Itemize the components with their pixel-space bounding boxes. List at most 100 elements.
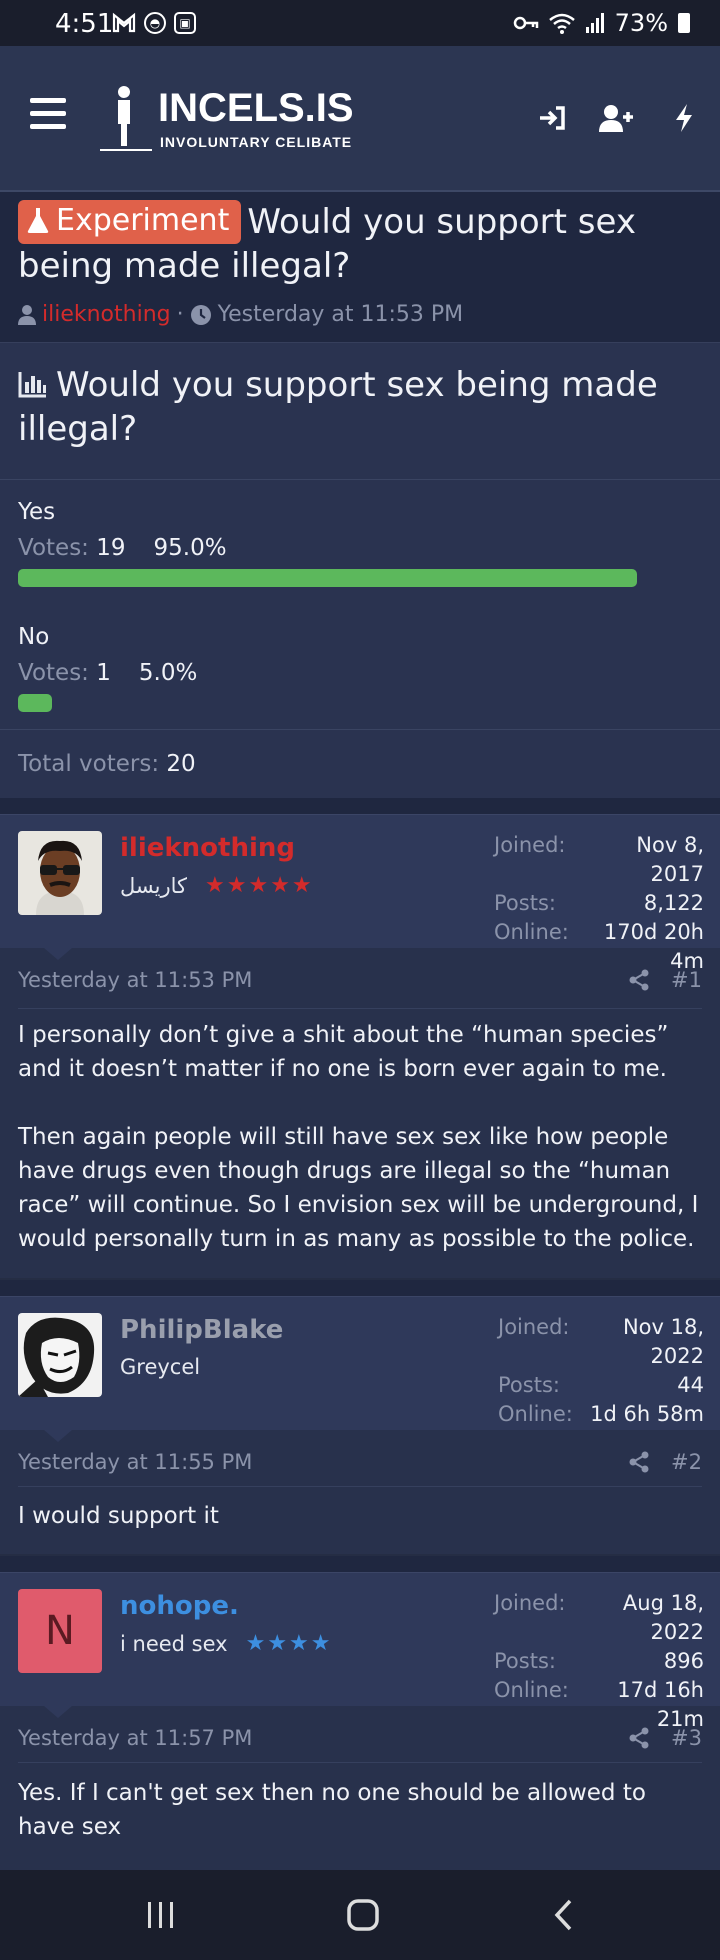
site-header: INCELS.IS INVOLUNTARY CELIBATE xyxy=(0,46,720,192)
stat-online: 1d 6h 58m xyxy=(590,1402,704,1426)
post-number[interactable]: #2 xyxy=(671,1450,702,1474)
thread-prefix[interactable]: Experiment xyxy=(18,200,242,244)
post-number[interactable]: #3 xyxy=(671,1726,702,1750)
post-paragraph: Yes. If I can't get sex then no one shou… xyxy=(18,1780,646,1840)
user-block-pointer xyxy=(44,1430,72,1442)
post-body: I personally don’t give a shit about the… xyxy=(18,1018,702,1256)
post-gap xyxy=(0,1556,720,1572)
app-notification-icon: ◓ xyxy=(144,12,166,34)
poll-bar-fill xyxy=(18,569,638,587)
thread-title: Experiment Would you support sex being ma… xyxy=(18,200,636,286)
poll-total: Total voters: 20 xyxy=(18,751,196,777)
wifi-icon xyxy=(548,13,575,34)
meta-separator: · xyxy=(176,302,184,327)
user-icon xyxy=(18,304,36,325)
menu-icon[interactable] xyxy=(30,98,66,130)
post-paragraph: Then again people will still have sex se… xyxy=(18,1124,699,1252)
poll-divider xyxy=(0,729,720,730)
user-stats: Joined: Aug 18, 2022 Posts: 896 Online: 17d… xyxy=(494,1589,704,1734)
poll-block: Would you support sex being made illegal… xyxy=(0,342,720,798)
back-icon[interactable] xyxy=(552,1898,574,1932)
stat-posts: 44 xyxy=(677,1373,704,1397)
user-title: Greycel xyxy=(120,1355,200,1379)
app-notification-icon-2: ▣ xyxy=(174,12,196,34)
status-time: 4:51 xyxy=(55,9,114,39)
register-icon[interactable] xyxy=(598,102,634,134)
avatar[interactable]: N xyxy=(18,1589,102,1673)
post-number[interactable]: #1 xyxy=(671,968,702,992)
whats-new-icon[interactable] xyxy=(668,102,700,134)
thread-date[interactable]: Yesterday at 11:53 PM xyxy=(218,302,464,327)
flask-icon xyxy=(27,208,49,233)
poll-divider xyxy=(0,479,720,480)
post: ilieknothing كاريسل ★★★★★ Joined: Nov 8, … xyxy=(0,814,720,1278)
user-block-pointer xyxy=(44,948,72,960)
bar-chart-icon xyxy=(18,372,46,398)
site-name: INCELS.IS xyxy=(158,86,354,130)
post-date[interactable]: Yesterday at 11:55 PM xyxy=(18,1450,252,1474)
battery-icon xyxy=(678,13,690,33)
stat-joined: Aug 18, 2022 xyxy=(622,1591,704,1644)
post-user-block: PhilipBlake Greycel Joined: Nov 18, 2022 … xyxy=(0,1296,720,1430)
share-icon[interactable] xyxy=(629,969,649,991)
post-date[interactable]: Yesterday at 11:57 PM xyxy=(18,1726,252,1750)
stat-posts: 8,122 xyxy=(643,891,704,915)
post-divider xyxy=(18,1762,702,1763)
poll-option-votes: Votes: 1 5.0% xyxy=(18,660,198,686)
username[interactable]: ilieknothing xyxy=(120,833,295,863)
notification-icons: ◓ ▣ xyxy=(112,12,196,34)
thread-header: Experiment Would you support sex being ma… xyxy=(0,192,720,342)
user-title: كاريسل ★★★★★ xyxy=(120,873,314,898)
status-bar: 4:51 ◓ ▣ 73% xyxy=(0,0,720,46)
post-body: I would support it xyxy=(18,1499,702,1533)
share-icon[interactable] xyxy=(629,1451,649,1473)
login-icon[interactable] xyxy=(536,102,568,134)
poll-option-label: Yes xyxy=(18,499,56,525)
rank-stars: ★★★★ xyxy=(245,1631,333,1656)
gmail-icon xyxy=(112,12,136,33)
user-title-text: i need sex xyxy=(120,1631,228,1656)
user-title-text: Greycel xyxy=(120,1355,201,1379)
post-body: Yes. If I can't get sex then no one shou… xyxy=(18,1776,702,1844)
post-divider xyxy=(18,1008,702,1009)
post-gap xyxy=(0,798,720,814)
post-user-block: ilieknothing كاريسل ★★★★★ Joined: Nov 8, … xyxy=(0,814,720,973)
avatar[interactable] xyxy=(18,831,102,915)
poll-bar-fill xyxy=(18,694,52,712)
thread-author[interactable]: ilieknothing xyxy=(42,302,171,327)
post-divider xyxy=(18,1486,702,1487)
post: N nohope. i need sex ★★★★ Joined: Aug 18,… xyxy=(0,1572,720,1870)
logo-figure-icon xyxy=(100,86,152,151)
post-paragraph: I would support it xyxy=(18,1503,219,1529)
avatar[interactable] xyxy=(18,1313,102,1397)
avatar-photo-icon xyxy=(18,831,102,915)
stat-posts: 896 xyxy=(663,1649,704,1673)
battery-level: 73% xyxy=(614,9,668,37)
poll-option-bar xyxy=(18,569,670,587)
system-nav-bar xyxy=(0,1870,720,1960)
poll-option-votes: Votes: 19 95.0% xyxy=(18,535,227,561)
username[interactable]: PhilipBlake xyxy=(120,1315,283,1345)
username[interactable]: nohope. xyxy=(120,1591,239,1621)
recent-apps-icon[interactable] xyxy=(146,1900,176,1930)
user-block-pointer xyxy=(44,1706,72,1718)
post-gap xyxy=(0,1280,720,1296)
site-logo[interactable]: INCELS.IS INVOLUNTARY CELIBATE xyxy=(100,84,360,152)
share-icon[interactable] xyxy=(629,1727,649,1749)
user-stats: Joined: Nov 18, 2022 Posts: 44 Online: 1d 6… xyxy=(498,1313,704,1429)
signal-icon xyxy=(585,13,604,33)
rank-stars: ★★★★★ xyxy=(205,873,314,898)
post-date[interactable]: Yesterday at 11:53 PM xyxy=(18,968,252,992)
poll-option-label: No xyxy=(18,624,50,650)
post: PhilipBlake Greycel Joined: Nov 18, 2022 … xyxy=(0,1296,720,1554)
clock-icon xyxy=(190,304,211,325)
stat-joined: Nov 8, 2017 xyxy=(636,833,704,886)
home-icon[interactable] xyxy=(346,1898,380,1932)
poll-option-bar xyxy=(18,694,670,712)
poll-question: Would you support sex being made illegal… xyxy=(18,365,658,449)
stat-joined: Nov 18, 2022 xyxy=(622,1315,704,1368)
post-paragraph: I personally don’t give a shit about the… xyxy=(18,1022,669,1082)
user-stats: Joined: Nov 8, 2017 Posts: 8,122 Online: 17… xyxy=(494,831,704,976)
thread-meta: ilieknothing · Yesterday at 11:53 PM xyxy=(18,302,463,327)
vpn-key-icon xyxy=(513,16,538,30)
